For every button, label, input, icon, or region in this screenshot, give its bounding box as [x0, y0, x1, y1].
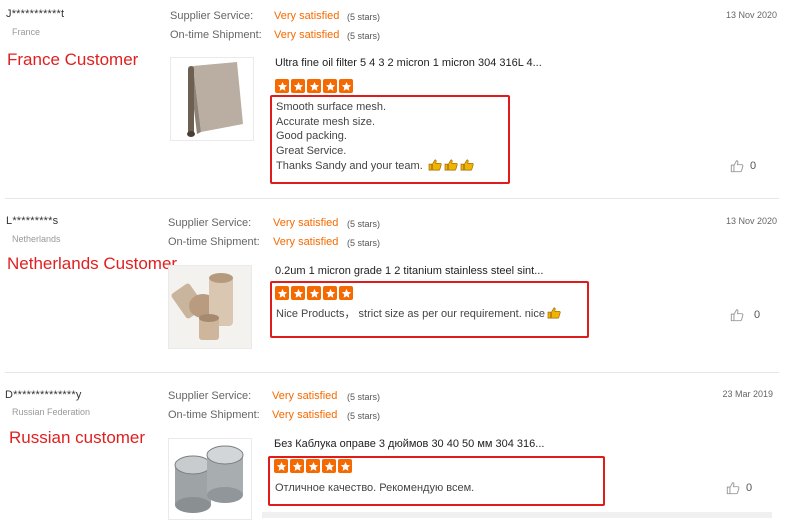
customer-tag: Russian customer: [9, 428, 146, 447]
thumbs-up-outline-icon: [730, 309, 744, 322]
thumbs-up-emoji-icon: [460, 159, 474, 171]
supplier-service-label: Supplier Service:: [168, 217, 252, 229]
supplier-service-stars: (5 stars): [347, 12, 381, 22]
supplier-service-stars: (5 stars): [347, 219, 381, 229]
comment-line: Thanks Sandy and your team.: [276, 159, 474, 174]
shipment-label: On-time Shipment:: [168, 236, 260, 248]
supplier-service-label: Supplier Service:: [170, 10, 254, 22]
buyer-name: D**************y: [5, 389, 82, 401]
like-button[interactable]: 0: [730, 159, 756, 173]
review-comment: Nice Products， strict size as per our re…: [276, 307, 561, 322]
like-count: 0: [754, 309, 761, 321]
shipment-value: Very satisfied: [273, 236, 339, 248]
like-button[interactable]: 0: [726, 481, 752, 495]
thumbs-up-outline-icon: [730, 160, 744, 173]
thumbs-up-emoji-icon: [547, 307, 561, 319]
shipment-stars: (5 stars): [347, 238, 381, 248]
comment-line: Smooth surface mesh.: [276, 101, 387, 113]
shipment-value: Very satisfied: [272, 409, 338, 421]
review-comment: Отличное качество. Рекомендую всем.: [275, 481, 474, 496]
review-item: J***********t France France Customer Sup…: [0, 0, 787, 198]
comment-line: Accurate mesh size.: [276, 115, 376, 128]
thumbs-up-emoji-icon: [444, 159, 458, 171]
comment-line: Отличное качество. Рекомендую всем.: [275, 482, 475, 494]
customer-tag: Netherlands Customer: [7, 254, 178, 273]
supplier-service-value: Very satisfied: [274, 10, 340, 22]
comment-line: Nice Products， strict size as per our re…: [276, 307, 561, 322]
like-button[interactable]: 0: [730, 308, 760, 322]
review-item: L*********s Netherlands Netherlands Cust…: [0, 200, 787, 370]
like-count: 0: [750, 160, 757, 172]
shipment-label: On-time Shipment:: [168, 409, 260, 421]
comment-line: Great Service.: [276, 145, 347, 158]
star-icon: [307, 79, 321, 93]
buyer-country: France: [12, 27, 41, 37]
shipment-stars: (5 stars): [347, 411, 381, 421]
product-title-link[interactable]: Без Каблука оправе 3 дюймов 30 40 50 мм …: [274, 438, 544, 450]
star-icon: [339, 79, 353, 93]
shipment-label: On-time Shipment:: [170, 29, 262, 41]
review-comment: Smooth surface mesh. Accurate mesh size.…: [276, 100, 474, 174]
supplier-service-label: Supplier Service:: [168, 390, 252, 402]
star-icon: [291, 79, 305, 93]
supplier-service-value: Very satisfied: [272, 390, 338, 402]
comment-line: Good packing.: [276, 130, 347, 143]
buyer-country: Netherlands: [12, 234, 61, 244]
thumbs-up-emoji-icon: [428, 159, 442, 171]
review-item: D**************y Russian Federation Russ…: [0, 374, 787, 520]
star-icon: [323, 79, 337, 93]
thumbs-up-outline-icon: [726, 482, 740, 495]
review-divider: [5, 372, 779, 373]
supplier-service-stars: (5 stars): [347, 392, 381, 402]
review-date: 13 Nov 2020: [725, 216, 777, 226]
star-icon: [275, 79, 289, 93]
like-count: 0: [746, 482, 753, 494]
customer-tag: France Customer: [7, 50, 139, 69]
review-divider: [5, 198, 779, 199]
product-title-link[interactable]: 0.2um 1 micron grade 1 2 titanium stainl…: [275, 265, 543, 277]
review-date: 23 Mar 2019: [722, 389, 773, 399]
review-date: 13 Nov 2020: [725, 10, 777, 20]
product-title-link[interactable]: Ultra fine oil filter 5 4 3 2 micron 1 m…: [275, 57, 542, 69]
product-thumbnail[interactable]: [170, 57, 254, 141]
buyer-name: L*********s: [6, 215, 59, 227]
scroll-edge: [262, 512, 772, 518]
supplier-service-value: Very satisfied: [273, 217, 339, 229]
buyer-country: Russian Federation: [12, 407, 91, 417]
product-thumbnail[interactable]: [168, 438, 252, 520]
shipment-value: Very satisfied: [274, 29, 340, 41]
rating-stars: [275, 79, 353, 94]
shipment-stars: (5 stars): [347, 31, 381, 41]
product-thumbnail[interactable]: [168, 265, 252, 349]
buyer-name: J***********t: [6, 8, 65, 20]
